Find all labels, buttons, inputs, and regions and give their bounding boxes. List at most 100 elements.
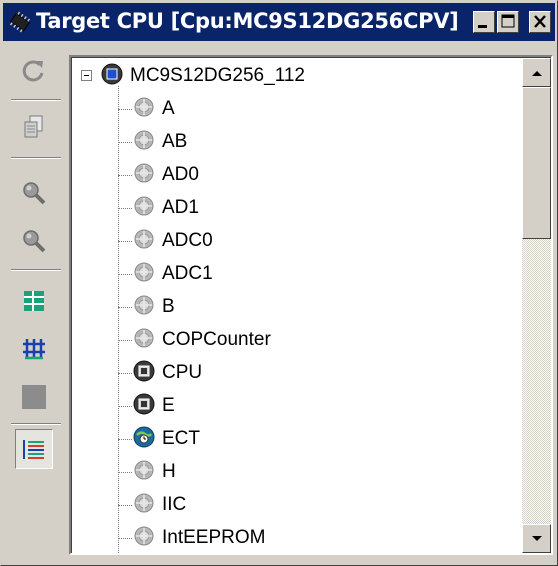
list-view-button[interactable] xyxy=(15,429,53,469)
toolbar-separator xyxy=(11,157,61,159)
maximize-icon xyxy=(501,14,515,28)
tree-branch-line xyxy=(118,175,132,176)
tree-branch-line xyxy=(118,505,132,506)
tree-branch-line xyxy=(118,307,132,308)
list-icon xyxy=(23,440,44,459)
tree-branch-line xyxy=(118,142,132,143)
tree-item[interactable]: H xyxy=(132,456,176,488)
tree-item-label: H xyxy=(162,461,176,482)
tree-item[interactable]: IIC xyxy=(132,489,186,521)
maximize-button[interactable] xyxy=(497,11,519,33)
tree-item[interactable]: ADC1 xyxy=(132,258,213,290)
tree-inner-border: MC9S12DG256_112 A AB AD0 AD1 ADC0 ADC1 B COPCou… xyxy=(71,57,551,553)
tree-item-label: IIC xyxy=(162,494,187,515)
tree-item-label: AD0 xyxy=(162,164,199,185)
tree-item[interactable]: B xyxy=(132,291,175,323)
tree-view[interactable]: MC9S12DG256_112 A AB AD0 AD1 ADC0 ADC1 B COPCou… xyxy=(69,55,553,555)
network-icon xyxy=(23,339,45,360)
tree-item[interactable]: COPCounter xyxy=(132,324,271,356)
tree-item-label: IntEEPROM xyxy=(162,527,266,548)
tree-item[interactable]: A xyxy=(132,93,175,125)
tree-item-label: ADC0 xyxy=(162,230,213,251)
magnifier-icon xyxy=(23,182,46,205)
target-cpu-window: Target CPU [Cpu:MC9S12DG256CPV] MC9S12DG… xyxy=(0,0,558,566)
tree-branch-line xyxy=(118,406,132,407)
tree-branch-line xyxy=(118,538,132,539)
toolbar-separator xyxy=(11,99,61,101)
tree-item-label: CPU xyxy=(162,362,203,383)
tree-item-label: AD1 xyxy=(162,197,199,218)
scroll-thumb[interactable] xyxy=(522,87,551,239)
component-gear-icon xyxy=(132,524,156,553)
block-view-button[interactable] xyxy=(15,377,53,417)
component-gear-icon xyxy=(132,458,156,487)
arrow-down-icon xyxy=(531,535,542,541)
refresh-button[interactable] xyxy=(15,51,53,91)
toolbar-separator xyxy=(11,423,61,425)
tree-item-label: COPCounter xyxy=(162,329,271,350)
tree-item-label: A xyxy=(162,98,175,119)
tree-branch-line xyxy=(118,340,132,341)
component-gear-icon xyxy=(132,194,156,223)
cpu-chip-icon xyxy=(100,62,124,91)
tree-root-label: MC9S12DG256_112 xyxy=(130,65,305,86)
tree-root-node[interactable]: MC9S12DG256_112 xyxy=(100,60,305,92)
block-icon xyxy=(22,385,46,409)
component-gear-icon xyxy=(132,161,156,190)
component-gear-icon xyxy=(132,227,156,256)
collapse-toggle[interactable] xyxy=(81,70,92,81)
component-gear-icon xyxy=(132,260,156,289)
tree-branch-line xyxy=(118,274,132,275)
grid-icon xyxy=(24,291,44,311)
component-gear-icon xyxy=(132,491,156,520)
tree-item[interactable]: AB xyxy=(132,126,187,158)
title-bar[interactable]: Target CPU [Cpu:MC9S12DG256CPV] xyxy=(3,3,555,41)
tree-branch-line xyxy=(118,439,132,440)
vertical-scrollbar[interactable] xyxy=(522,58,551,553)
tree-item[interactable]: IntEEPROM xyxy=(132,522,266,553)
window-title: Target CPU [Cpu:MC9S12DG256CPV] xyxy=(36,9,459,33)
tree-item-label: ADC1 xyxy=(162,263,213,284)
tree-connector-line xyxy=(118,86,119,553)
scroll-down-button[interactable] xyxy=(522,524,551,553)
component-gear-icon xyxy=(132,293,156,322)
tree-item[interactable]: ADC0 xyxy=(132,225,213,257)
tree-item[interactable]: ECT xyxy=(132,423,200,455)
cpu-chip-icon xyxy=(132,392,156,421)
tree-branch-line xyxy=(118,241,132,242)
copy-icon xyxy=(24,115,43,138)
tree-branch-line xyxy=(118,109,132,110)
component-gear-icon xyxy=(132,95,156,124)
close-button[interactable] xyxy=(529,11,551,33)
tree-item-label: B xyxy=(162,296,175,317)
timer-globe-icon xyxy=(132,425,156,454)
chip-plug-icon xyxy=(9,11,31,33)
tree-item[interactable]: AD1 xyxy=(132,192,199,224)
component-gear-icon xyxy=(132,326,156,355)
tree-content: MC9S12DG256_112 A AB AD0 AD1 ADC0 ADC1 B COPCou… xyxy=(72,58,522,553)
close-icon xyxy=(534,15,546,28)
tree-item[interactable]: E xyxy=(132,390,175,422)
minimize-button[interactable] xyxy=(473,11,495,33)
copy-button[interactable] xyxy=(15,107,53,147)
toolbar-separator xyxy=(11,269,61,271)
zoom-out-button[interactable] xyxy=(15,221,53,261)
tree-item-label: AB xyxy=(162,131,188,152)
component-gear-icon xyxy=(132,128,156,157)
network-view-button[interactable] xyxy=(15,329,53,369)
grid-view-button[interactable] xyxy=(15,281,53,321)
refresh-icon xyxy=(22,60,44,82)
tree-branch-line xyxy=(118,208,132,209)
tree-item[interactable]: CPU xyxy=(132,357,202,389)
arrow-up-icon xyxy=(531,70,542,76)
scroll-up-button[interactable] xyxy=(522,58,551,87)
side-toolbar xyxy=(7,47,61,557)
tree-item-label: ECT xyxy=(162,428,200,449)
cpu-chip-icon xyxy=(132,359,156,388)
tree-item[interactable]: AD0 xyxy=(132,159,199,191)
magnifier-icon xyxy=(23,230,46,253)
tree-item-label: E xyxy=(162,395,175,416)
tree-branch-line xyxy=(118,373,132,374)
zoom-in-button[interactable] xyxy=(15,173,53,213)
minimize-icon xyxy=(478,25,487,28)
